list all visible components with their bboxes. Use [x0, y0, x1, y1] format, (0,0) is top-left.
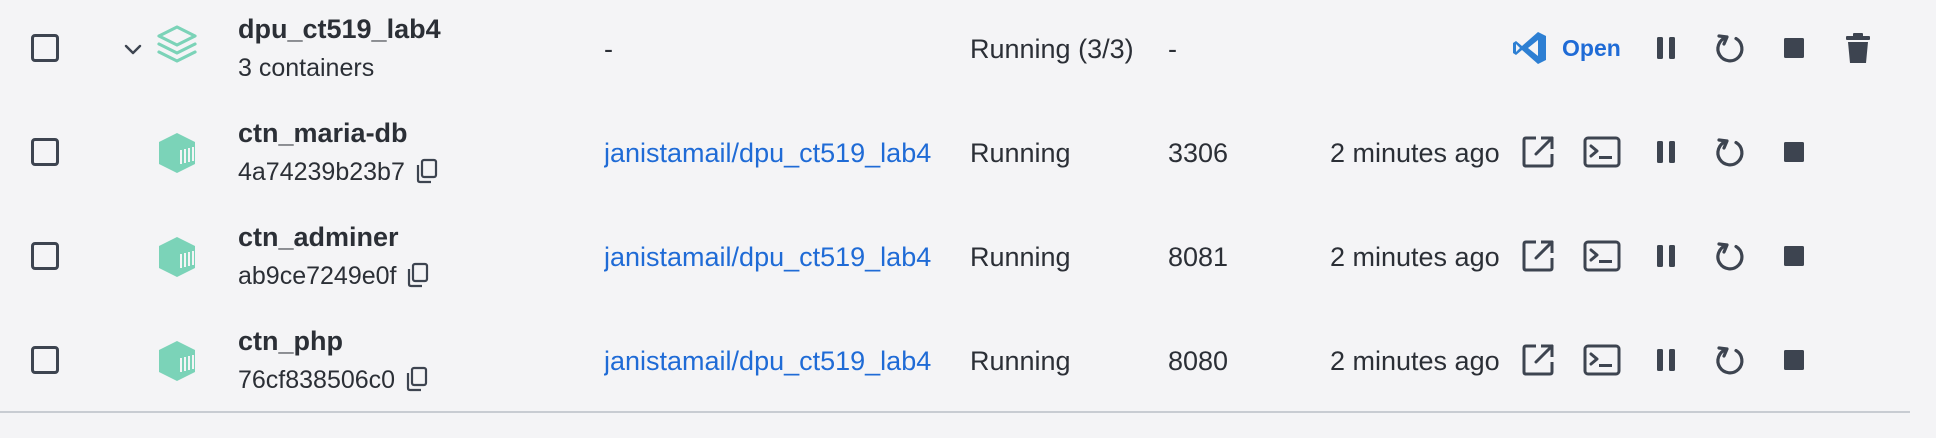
container-id-text: ab9ce7249e0f — [238, 262, 397, 290]
terminal-icon[interactable] — [1582, 340, 1622, 380]
open-browser-icon[interactable] — [1518, 132, 1558, 172]
container-id: 4a74239b23b7 — [238, 158, 439, 187]
container-status: Running — [970, 138, 1071, 168]
container-name[interactable]: ctn_php — [238, 326, 343, 357]
open-browser-icon[interactable] — [1518, 340, 1558, 380]
restart-icon[interactable] — [1710, 132, 1750, 172]
container-select-checkbox[interactable] — [31, 242, 59, 270]
stop-icon[interactable] — [1774, 236, 1814, 276]
container-name[interactable]: ctn_maria-db — [238, 118, 408, 149]
stack-icon — [157, 25, 197, 63]
group-select-checkbox[interactable] — [31, 34, 59, 62]
stop-icon[interactable] — [1774, 28, 1814, 68]
container-image-link[interactable]: janistamail/dpu_ct519_lab4 — [604, 242, 950, 273]
container-row[interactable]: ctn_adminer ab9ce7249e0f janistamail/dpu… — [0, 208, 1936, 312]
container-status: Running — [970, 346, 1071, 376]
group-image: - — [604, 34, 613, 64]
stop-icon[interactable] — [1774, 340, 1814, 380]
delete-icon[interactable] — [1838, 28, 1878, 68]
container-name[interactable]: ctn_adminer — [238, 222, 399, 253]
container-cube-icon — [159, 237, 195, 277]
copy-icon[interactable] — [406, 262, 430, 288]
stop-icon[interactable] — [1774, 132, 1814, 172]
vscode-icon — [1513, 32, 1546, 64]
pause-icon[interactable] — [1646, 340, 1686, 380]
group-status: Running (3/3) — [970, 34, 1134, 64]
containers-table: dpu_ct519_lab4 3 containers - Running (3… — [0, 0, 1936, 438]
container-id: 76cf838506c0 — [238, 366, 429, 395]
open-browser-icon[interactable] — [1518, 236, 1558, 276]
container-cube-icon — [159, 133, 195, 173]
container-image-link[interactable]: janistamail/dpu_ct519_lab4 — [604, 138, 950, 169]
container-id: ab9ce7249e0f — [238, 262, 430, 291]
container-select-checkbox[interactable] — [31, 346, 59, 374]
container-started: 2 minutes ago — [1330, 346, 1500, 376]
terminal-icon[interactable] — [1582, 236, 1622, 276]
pause-icon[interactable] — [1646, 132, 1686, 172]
container-status: Running — [970, 242, 1071, 272]
group-port: - — [1168, 34, 1177, 64]
copy-icon[interactable] — [405, 366, 429, 392]
container-port: 3306 — [1168, 138, 1229, 168]
container-row[interactable]: ctn_php 76cf838506c0 janistamail/dpu_ct5… — [0, 312, 1936, 416]
chevron-down-icon[interactable] — [122, 38, 144, 60]
restart-icon[interactable] — [1710, 28, 1750, 68]
container-started: 2 minutes ago — [1330, 242, 1500, 272]
container-port: 8080 — [1168, 346, 1229, 376]
group-name: dpu_ct519_lab4 — [238, 14, 441, 44]
restart-icon[interactable] — [1710, 340, 1750, 380]
table-bottom-divider — [0, 411, 1910, 413]
pause-icon[interactable] — [1646, 236, 1686, 276]
open-label: Open — [1562, 34, 1621, 61]
terminal-icon[interactable] — [1582, 132, 1622, 172]
group-row[interactable]: dpu_ct519_lab4 3 containers - Running (3… — [0, 0, 1936, 104]
container-select-checkbox[interactable] — [31, 138, 59, 166]
container-id-text: 4a74239b23b7 — [238, 158, 405, 186]
pause-icon[interactable] — [1646, 28, 1686, 68]
container-row[interactable]: ctn_maria-db 4a74239b23b7 janistamail/dp… — [0, 104, 1936, 208]
open-in-vscode-button[interactable]: Open — [1510, 26, 1621, 70]
container-started: 2 minutes ago — [1330, 138, 1500, 168]
container-port: 8081 — [1168, 242, 1229, 272]
container-image-link[interactable]: janistamail/dpu_ct519_lab4 — [604, 346, 950, 377]
container-cube-icon — [159, 341, 195, 381]
container-id-text: 76cf838506c0 — [238, 366, 396, 394]
copy-icon[interactable] — [415, 158, 439, 184]
group-container-count: 3 containers — [238, 54, 375, 82]
restart-icon[interactable] — [1710, 236, 1750, 276]
